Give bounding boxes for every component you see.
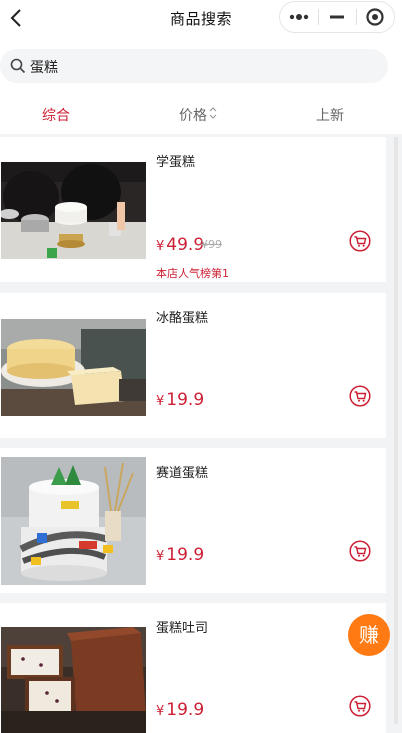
shopping-cart-icon[interactable] (349, 385, 371, 407)
search-icon (10, 58, 26, 74)
search-input[interactable]: 蛋糕 (0, 49, 388, 83)
original-price: ¥99 (201, 238, 222, 251)
product-name: 学蛋糕 (156, 155, 196, 170)
cheese-cake-photo (1, 319, 146, 416)
search-bar-container: 蛋糕 (0, 36, 402, 92)
sort-caret-icon (209, 107, 217, 119)
shopping-cart-icon[interactable] (349, 540, 371, 562)
product-price: ¥19.9 (156, 545, 204, 565)
product-price: ¥19.9 (156, 390, 204, 410)
top-nav-bar: 商品搜索 (0, 0, 402, 36)
sort-tab-combined[interactable]: 综合 (42, 105, 70, 125)
price-value: 19.9 (166, 700, 205, 720)
minimize-icon[interactable] (318, 2, 356, 32)
currency-symbol: ¥ (156, 704, 165, 719)
product-name: 冰酪蛋糕 (156, 311, 209, 326)
product-card[interactable]: 冰酪蛋糕 ¥19.9 (0, 293, 386, 438)
product-name: 蛋糕吐司 (156, 621, 209, 636)
more-dots-icon[interactable] (280, 2, 318, 32)
price-value: 19.9 (166, 545, 205, 565)
product-card[interactable]: 蛋糕吐司 ¥19.9 (0, 603, 386, 733)
race-track-cake-photo (1, 457, 146, 585)
ranking-badge: 本店人气榜第1 (156, 267, 229, 280)
scrollbar[interactable] (394, 137, 398, 724)
search-input-value: 蛋糕 (30, 60, 58, 76)
mini-program-capsule (279, 1, 395, 33)
product-name: 赛道蛋糕 (156, 466, 209, 481)
currency-symbol: ¥ (156, 239, 165, 254)
earn-floating-button[interactable]: 赚 (348, 614, 390, 656)
price-value: 19.9 (166, 390, 205, 410)
shopping-cart-icon[interactable] (349, 695, 371, 717)
product-price: ¥19.9 (156, 700, 204, 720)
product-card[interactable]: 学蛋糕 ¥49.9 ¥99 本店人气榜第1 (0, 137, 386, 282)
cake-toast-photo (1, 627, 146, 733)
cake-class-photo (1, 162, 146, 259)
close-target-icon[interactable] (356, 2, 394, 32)
sort-tab-price[interactable]: 价格 (179, 105, 207, 125)
sort-bar: 综合 价格 上新 (0, 92, 402, 134)
price-value: 49.9 (166, 235, 205, 255)
currency-symbol: ¥ (156, 549, 165, 564)
sort-tab-new[interactable]: 上新 (316, 105, 344, 125)
currency-symbol: ¥ (156, 394, 165, 409)
shopping-cart-icon[interactable] (349, 230, 371, 252)
product-price: ¥49.9 (156, 235, 204, 255)
product-card[interactable]: 赛道蛋糕 ¥19.9 (0, 448, 386, 593)
